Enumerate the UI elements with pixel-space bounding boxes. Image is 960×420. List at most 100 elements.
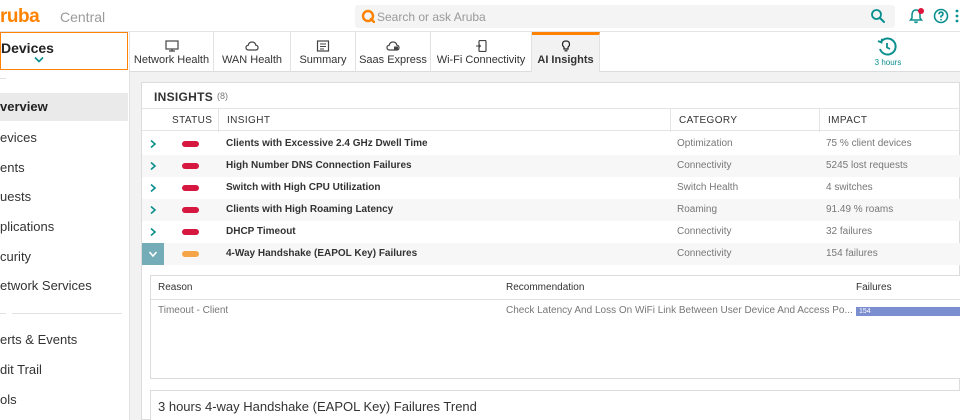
row-expander[interactable] <box>142 133 164 155</box>
tab-summary[interactable]: Summary <box>291 32 356 72</box>
insight-category: Connectivity <box>677 226 732 237</box>
insight-impact: 154 failures <box>826 248 878 259</box>
status-indicator <box>182 251 199 257</box>
tab-label: Wi-Fi Connectivity <box>436 54 526 66</box>
table-row[interactable]: Clients with Excessive 2.4 GHz Dwell Tim… <box>142 133 960 155</box>
insight-name: Clients with High Roaming Latency <box>226 204 394 215</box>
monitor-icon <box>165 40 179 52</box>
tab-bar: Network Health WAN Health Summary Saas E… <box>130 32 960 72</box>
insight-name: Clients with Excessive 2.4 GHz Dwell Tim… <box>226 138 428 149</box>
top-bar: ruba Central <box>0 0 960 32</box>
central-logo-text: Central <box>60 9 106 25</box>
insight-impact: 75 % client devices <box>826 138 912 149</box>
insight-category: Optimization <box>677 138 733 149</box>
chevron-down-icon <box>148 251 158 258</box>
table-row[interactable]: Clients with High Roaming Latency Roamin… <box>142 199 960 221</box>
tab-label: Network Health <box>133 54 210 66</box>
sidebar-item-clients[interactable]: ents <box>0 154 128 182</box>
column-header-impact[interactable]: IMPACT <box>819 109 960 132</box>
trend-title: 3 hours 4-way Handshake (EAPOL Key) Fail… <box>158 399 477 414</box>
sidebar-item-applications[interactable]: plications <box>0 213 128 241</box>
sidebar-item-audit-trail[interactable]: dit Trail <box>0 356 128 384</box>
time-range-label: 3 hours <box>874 58 902 67</box>
insights-count: (8) <box>217 91 228 101</box>
tab-saas-express[interactable]: Saas Express <box>356 32 431 72</box>
row-expander[interactable] <box>142 199 164 221</box>
nav-divider <box>0 78 6 79</box>
sidebar-item-guests[interactable]: uests <box>0 183 128 211</box>
search-input[interactable] <box>375 7 855 26</box>
insight-name: Switch with High CPU Utilization <box>226 182 381 193</box>
row-expander[interactable] <box>142 221 164 243</box>
status-indicator <box>182 207 199 213</box>
row-expander[interactable] <box>142 155 164 177</box>
tab-label: Saas Express <box>359 54 427 66</box>
sidebar-item-tools[interactable]: ols <box>0 386 128 414</box>
insight-impact: 32 failures <box>826 226 873 237</box>
insight-impact: 4 switches <box>826 182 873 193</box>
tab-label: WAN Health <box>221 54 283 66</box>
insight-impact: 5245 lost requests <box>826 160 908 171</box>
sidebar-item-alerts-events[interactable]: erts & Events <box>0 326 128 354</box>
chevron-right-icon <box>150 183 157 193</box>
table-row[interactable]: High Number DNS Connection Failures Conn… <box>142 155 960 177</box>
insight-category: Switch Health <box>677 182 739 193</box>
chevron-right-icon <box>150 139 157 149</box>
more-icon[interactable] <box>954 8 960 24</box>
chevron-right-icon <box>150 227 157 237</box>
failures-bar: 154 <box>856 307 960 316</box>
chevron-down-icon <box>34 56 44 63</box>
detail-header-failures[interactable]: Failures <box>856 276 892 299</box>
column-header-insight[interactable]: INSIGHT <box>218 109 670 132</box>
insight-category: Roaming <box>677 204 718 215</box>
tab-wifi-connectivity[interactable]: Wi-Fi Connectivity <box>431 32 532 72</box>
status-indicator <box>182 185 199 191</box>
insight-name: 4-Way Handshake (EAPOL Key) Failures <box>226 248 418 259</box>
table-row[interactable]: 4-Way Handshake (EAPOL Key) Failures Con… <box>142 243 960 265</box>
insights-panel: INSIGHTS (8) STATUS INSIGHT CATEGORY IMP… <box>141 82 960 420</box>
detail-header-reason[interactable]: Reason <box>158 276 192 299</box>
time-range-selector[interactable]: 3 hours <box>870 34 918 70</box>
tab-label: AI Insights <box>537 54 594 66</box>
sidebar-item-overview[interactable]: verview <box>0 93 128 121</box>
aruba-logo[interactable]: ruba <box>0 6 40 28</box>
insight-name: High Number DNS Connection Failures <box>226 160 412 171</box>
trend-panel: 3 hours 4-way Handshake (EAPOL Key) Fail… <box>150 390 960 420</box>
notification-badge <box>918 8 924 14</box>
help-icon[interactable] <box>933 8 949 24</box>
tab-network-health[interactable]: Network Health <box>130 32 214 72</box>
summary-icon <box>316 40 330 52</box>
nav-divider <box>0 313 6 314</box>
table-row[interactable]: DHCP Timeout Connectivity 32 failures <box>142 221 960 243</box>
table-row[interactable]: Switch with High CPU Utilization Switch … <box>142 177 960 199</box>
insight-category: Connectivity <box>677 160 732 171</box>
global-search[interactable] <box>355 5 895 28</box>
clock-history-icon <box>877 37 897 56</box>
table-header: STATUS INSIGHT CATEGORY IMPACT <box>142 108 960 132</box>
sidebar-item-security[interactable]: curity <box>0 243 128 271</box>
row-expander[interactable] <box>142 177 164 199</box>
row-expander[interactable] <box>142 243 164 265</box>
panel-title: INSIGHTS <box>154 90 214 104</box>
status-indicator <box>182 141 199 147</box>
context-selector[interactable]: Devices <box>0 32 128 70</box>
search-icon[interactable] <box>870 8 886 24</box>
phone-icon <box>476 40 487 52</box>
insight-category: Connectivity <box>677 248 732 259</box>
column-header-category[interactable]: CATEGORY <box>670 109 819 132</box>
tab-wan-health[interactable]: WAN Health <box>214 32 291 72</box>
sidebar-item-network-services[interactable]: etwork Services <box>0 272 128 300</box>
status-indicator <box>182 163 199 169</box>
sidebar: Devices verview evices ents uests plicat… <box>0 32 130 420</box>
insight-name: DHCP Timeout <box>226 226 296 237</box>
detail-header-recommendation[interactable]: Recommendation <box>506 276 584 299</box>
cloud-lock-icon <box>386 41 400 51</box>
chevron-right-icon <box>150 205 157 215</box>
column-header-status[interactable]: STATUS <box>164 109 226 132</box>
cloud-icon <box>245 41 259 51</box>
sidebar-item-devices[interactable]: evices <box>0 124 128 152</box>
tab-label: Summary <box>299 54 347 66</box>
chevron-right-icon <box>150 161 157 171</box>
insight-impact: 91.49 % roams <box>826 204 894 215</box>
tab-ai-insights[interactable]: AI Insights <box>532 32 600 72</box>
